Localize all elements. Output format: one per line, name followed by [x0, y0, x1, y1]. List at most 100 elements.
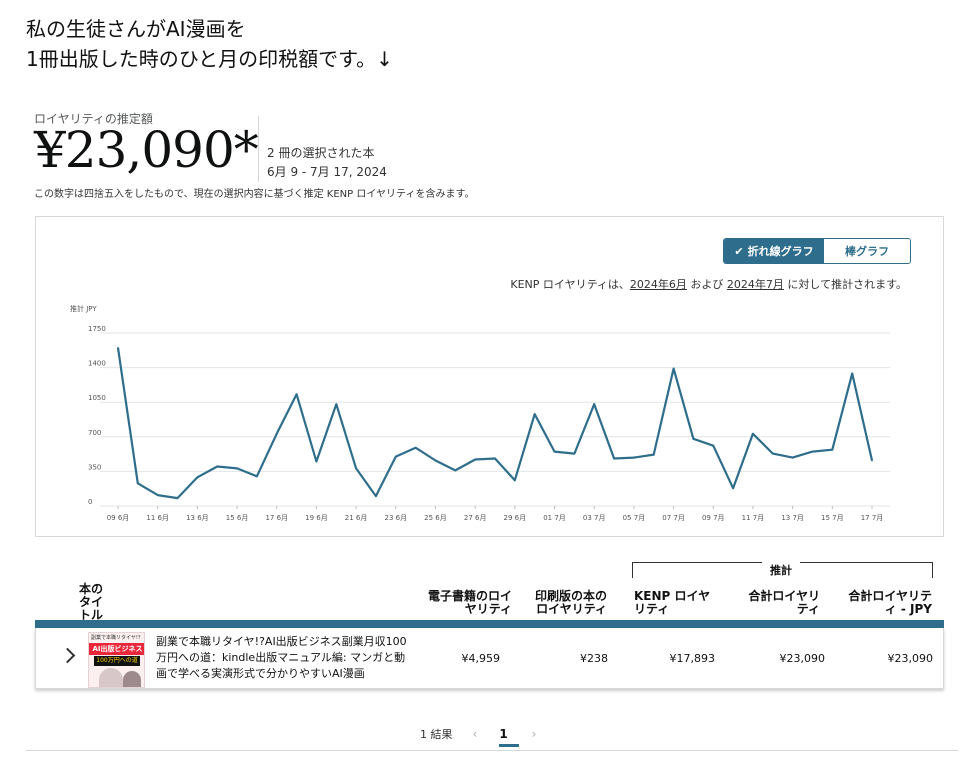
- data-point: [811, 450, 814, 453]
- intro-line-1: 私の生徒さんがAI漫画を: [26, 17, 246, 41]
- bar-chart-button[interactable]: 棒グラフ: [824, 239, 910, 263]
- y-tick-label: 700: [88, 429, 101, 437]
- data-point: [335, 403, 338, 405]
- data-point: [355, 467, 357, 470]
- x-tick-label: 11 7月: [742, 514, 765, 522]
- data-point: [117, 347, 119, 349]
- data-point: [514, 479, 516, 482]
- data-point: [275, 433, 278, 435]
- header-total-jpy[interactable]: 合計ロイヤリティ - JPY: [846, 590, 932, 616]
- data-point: [156, 494, 159, 496]
- data-point: [652, 453, 655, 456]
- header-kenp[interactable]: KENP ロイヤリティ: [634, 590, 714, 616]
- kenp-month-link-june[interactable]: 2024年6月: [630, 278, 687, 291]
- y-axis-label: 推計 JPY: [70, 304, 97, 313]
- kenp-note-prefix: KENP ロイヤリティは、: [510, 278, 630, 291]
- data-point: [216, 465, 219, 468]
- x-tick-label: 29 6月: [504, 514, 527, 522]
- data-point: [771, 452, 774, 455]
- estimate-divider: [258, 116, 259, 182]
- data-point: [871, 459, 873, 462]
- x-tick-label: 09 7月: [702, 514, 725, 522]
- check-icon: ✔: [734, 244, 744, 258]
- kenp-estimate-note: KENP ロイヤリティは、2024年6月 および 2024年7月 に対して推計さ…: [510, 276, 907, 292]
- data-point: [434, 459, 437, 462]
- x-tick-label: 17 6月: [265, 514, 288, 522]
- data-point: [593, 403, 596, 405]
- cover-title-band: AI出版ビジネス: [89, 643, 144, 655]
- next-page-button[interactable]: ›: [532, 727, 537, 741]
- kenp-month-link-july[interactable]: 2024年7月: [727, 278, 784, 291]
- data-point: [236, 467, 238, 470]
- estimate-note: この数字は四捨五入をしたもので、現在の選択内容に基づく推定 KENP ロイヤリテ…: [34, 189, 475, 200]
- royalty-series-line: [116, 347, 874, 500]
- date-range: 6月 9 - 7月 17, 2024: [267, 165, 387, 179]
- table-header-bar: [35, 620, 944, 628]
- data-point: [613, 457, 615, 460]
- x-tick-label: 13 6月: [186, 514, 209, 522]
- x-tick-label: 11 6月: [146, 514, 169, 522]
- header-title[interactable]: 本のタイトル: [79, 583, 113, 622]
- data-point: [474, 458, 476, 461]
- x-tick-label: 27 6月: [464, 514, 487, 522]
- x-tick-label: 09 6月: [107, 514, 130, 522]
- book-cover: 副業で本職リタイヤ!? AI出版ビジネス 100万円への道: [88, 632, 145, 688]
- total-royalty: ¥23,090: [779, 652, 826, 665]
- header-ebook[interactable]: 電子書籍のロイヤリティ: [420, 590, 512, 616]
- data-point: [394, 455, 397, 458]
- data-point: [692, 437, 695, 440]
- intro-line-2: 1冊出版した時のひと月の印税額です。↓: [26, 47, 393, 71]
- data-point: [573, 452, 576, 455]
- data-point: [315, 460, 318, 463]
- total-royalty-jpy: ¥23,090: [887, 652, 934, 665]
- data-point: [672, 367, 675, 370]
- kenp-royalty: ¥17,893: [669, 652, 716, 665]
- data-point: [831, 448, 834, 451]
- data-point: [712, 444, 715, 447]
- cover-subtitle: 副業で本職リタイヤ!?: [91, 635, 141, 641]
- data-point: [454, 469, 457, 472]
- y-tick-label: 1400: [88, 360, 106, 368]
- estimate-group-label: 推計: [762, 562, 800, 578]
- kenp-note-suffix: に対して推計されます。: [783, 278, 907, 291]
- x-tick-label: 15 6月: [226, 514, 249, 522]
- x-tick-label: 21 6月: [345, 514, 368, 522]
- previous-page-button[interactable]: ‹: [473, 727, 478, 741]
- book-title: 副業で本職リタイヤ!?AI出版ビジネス副業月収100万円への道：kindle出版…: [156, 635, 407, 680]
- x-tick-label: 01 7月: [543, 514, 566, 522]
- data-point: [633, 456, 635, 459]
- bar-chart-label: 棒グラフ: [845, 245, 889, 258]
- results-count: 1 結果: [420, 728, 453, 741]
- data-point: [533, 413, 536, 415]
- header-total[interactable]: 合計ロイヤリティ: [740, 590, 820, 616]
- y-tick-label: 1750: [88, 325, 106, 333]
- line-chart-button[interactable]: ✔ 折れ線グラフ: [724, 239, 824, 263]
- pagination: 1 結果 ‹ 1 ›: [420, 726, 536, 742]
- royalty-line-chart: 推計 JPY 1750 1400 1050 700 350 0 09 6月 11 6月 13 6月…: [70, 304, 890, 522]
- x-tick-label: 05 7月: [623, 514, 646, 522]
- data-point: [752, 433, 754, 435]
- y-tick-label: 350: [88, 463, 101, 471]
- data-point: [375, 495, 377, 497]
- data-point: [494, 457, 496, 460]
- data-point: [732, 487, 734, 490]
- cover-illustration: [99, 668, 123, 687]
- table-row[interactable]: 副業で本職リタイヤ!? AI出版ビジネス 100万円への道 副業で本職リタイヤ!…: [35, 628, 944, 689]
- x-tick-label: 25 6月: [424, 514, 447, 522]
- intro-text: 私の生徒さんがAI漫画を 1冊出版した時のひと月の印税額です。↓: [26, 14, 393, 74]
- chevron-right-icon[interactable]: [59, 647, 76, 664]
- books-selected: 2 冊の選択された本: [267, 146, 375, 160]
- estimate-amount: ¥23,090*: [34, 121, 259, 179]
- cover-badge: 100万円への道: [94, 656, 140, 666]
- x-tick-label: 13 7月: [781, 514, 804, 522]
- current-page[interactable]: 1: [499, 727, 507, 741]
- data-point: [256, 475, 258, 478]
- bottom-divider: [26, 750, 958, 751]
- x-tick-label: 23 6月: [384, 514, 407, 522]
- print-royalty: ¥238: [580, 652, 608, 665]
- ebook-royalty: ¥4,959: [461, 652, 501, 665]
- data-point: [851, 372, 853, 375]
- data-point: [414, 446, 417, 449]
- data-point: [553, 450, 556, 453]
- header-print[interactable]: 印刷版の本のロイヤリティ: [527, 590, 607, 616]
